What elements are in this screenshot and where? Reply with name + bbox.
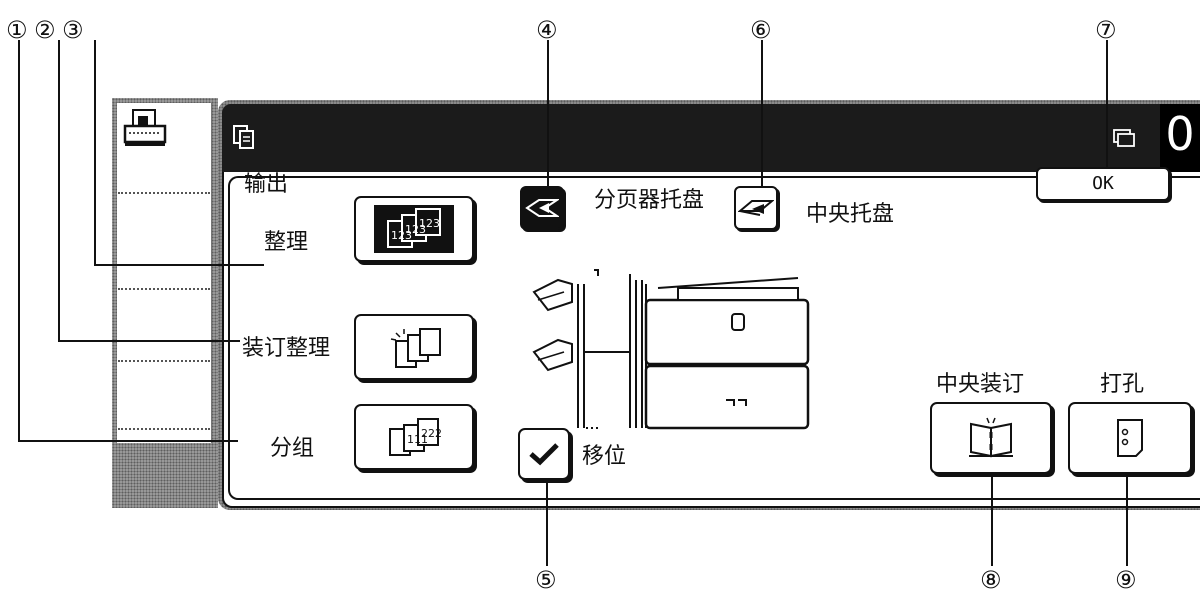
svg-text:123: 123 xyxy=(419,217,440,230)
callout-4: ④ xyxy=(536,16,558,44)
center-tray-label: 中央托盘 xyxy=(806,202,895,227)
staple-sort-label: 装订整理 xyxy=(242,336,331,361)
group-button[interactable]: 111 222 xyxy=(354,404,474,470)
group-label: 分组 xyxy=(270,436,315,461)
callout-1: ① xyxy=(6,16,28,44)
sidebar-divider xyxy=(118,360,210,362)
punch-button[interactable] xyxy=(1068,402,1192,474)
callout-6-leader xyxy=(761,40,763,188)
callout-9-leader xyxy=(1126,474,1128,566)
callout-6: ⑥ xyxy=(750,16,772,44)
offset-tray-button[interactable] xyxy=(520,186,564,230)
sidebar-panel xyxy=(117,103,212,443)
offset-tray-label: 分页器托盘 xyxy=(594,188,705,213)
punch-label: 打孔 xyxy=(1100,372,1145,397)
callout-3: ③ xyxy=(62,16,84,44)
copy-mode-icon xyxy=(233,125,254,149)
callout-8-leader xyxy=(991,474,993,566)
center-tray-icon xyxy=(738,200,774,216)
offset-tray-icon xyxy=(525,199,559,217)
callout-5: ⑤ xyxy=(535,566,557,594)
ok-button[interactable]: OK xyxy=(1036,167,1170,201)
sort-label: 整理 xyxy=(264,230,309,255)
group-icon: 111 222 xyxy=(389,418,442,456)
callout-3-leader xyxy=(94,264,264,266)
punch-icon xyxy=(1117,419,1143,457)
output-title: 输出 xyxy=(244,172,289,197)
callout-1-leader xyxy=(18,40,20,442)
header-bar xyxy=(222,104,1200,172)
offset-checkbox[interactable] xyxy=(518,428,570,480)
callout-7: ⑦ xyxy=(1095,16,1117,44)
staple-sort-button[interactable] xyxy=(354,314,474,380)
saddle-stitch-label: 中央装订 xyxy=(936,372,1025,397)
callout-2: ② xyxy=(34,16,56,44)
finisher-machine-illustration xyxy=(532,269,810,430)
callout-4-leader xyxy=(547,40,549,188)
callout-7-leader xyxy=(1106,40,1108,168)
callout-5-leader xyxy=(546,482,548,566)
printer-icon[interactable] xyxy=(119,106,171,150)
svg-text:222: 222 xyxy=(421,427,442,440)
sort-icon: 123 123 123 xyxy=(374,205,454,253)
sidebar-divider xyxy=(118,428,210,430)
sidebar-divider xyxy=(118,192,210,194)
saddle-stitch-icon xyxy=(969,417,1013,458)
offset-label: 移位 xyxy=(582,444,627,469)
copy-count-display: 0 xyxy=(1160,104,1200,172)
callout-2-leader xyxy=(58,40,60,342)
center-tray-button[interactable] xyxy=(734,186,778,230)
callout-9: ⑨ xyxy=(1115,566,1137,594)
callout-2-leader xyxy=(58,340,240,342)
callout-3-leader xyxy=(94,40,96,266)
callout-8: ⑧ xyxy=(980,566,1002,594)
callout-1-leader xyxy=(18,440,238,442)
sort-button[interactable]: 123 123 123 xyxy=(354,196,474,262)
sidebar-divider xyxy=(118,288,210,290)
saddle-stitch-button[interactable] xyxy=(930,402,1052,474)
checkmark-icon xyxy=(529,443,559,466)
job-queue-icon[interactable] xyxy=(1112,128,1138,150)
staple-sort-icon xyxy=(390,328,441,368)
